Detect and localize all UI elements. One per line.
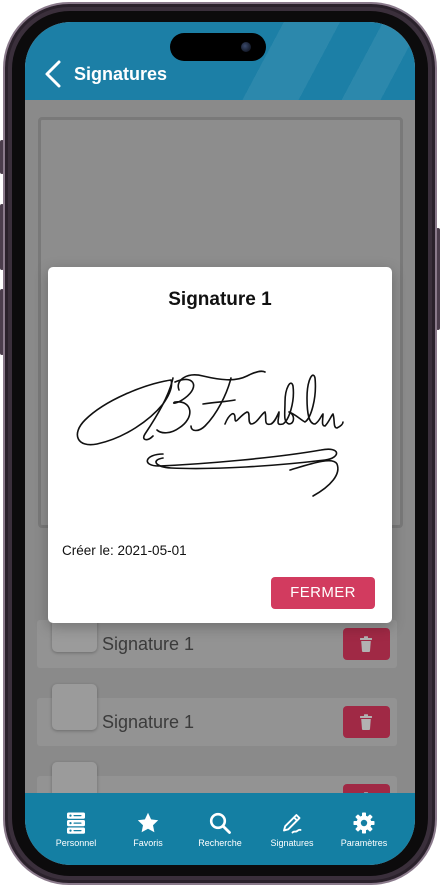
tab-label: Paramètres [340,838,388,848]
app-screen: Signatures Signature 1 Signature 1 Signa… [25,22,415,865]
created-date-text: Créer le: 2021-05-01 [62,543,187,559]
signature-pen-icon [283,814,302,834]
signature-modal: Signature 1 Créer le: 2021-05-01 FERMER [48,267,392,623]
bottom-tab-bar: Personnel Favoris Recherche Signatures P… [25,793,415,865]
dynamic-island [170,33,266,61]
personnel-icon [67,812,85,834]
gear-icon [353,812,375,834]
tab-label: Favoris [133,838,163,848]
tab-label: Recherche [198,838,242,848]
signature-image [76,370,344,497]
page-title: Signatures [74,64,168,84]
search-icon [209,812,231,834]
tab-recherche[interactable]: Recherche [184,793,256,865]
tab-signatures[interactable]: Signatures [256,793,328,865]
created-label: Créer le: [62,543,114,558]
tab-label: Signatures [270,838,314,848]
tab-personnel[interactable]: Personnel [40,793,112,865]
close-button[interactable]: FERMER [271,577,375,609]
created-date: 2021-05-01 [117,543,187,558]
tab-label: Personnel [55,838,97,848]
back-button[interactable] [41,58,65,90]
front-camera [241,42,251,52]
chevron-left-icon [45,60,61,88]
tab-parametres[interactable]: Paramètres [328,793,400,865]
star-icon [137,812,159,833]
modal-title: Signature 1 [168,289,272,310]
tab-favoris[interactable]: Favoris [112,793,184,865]
